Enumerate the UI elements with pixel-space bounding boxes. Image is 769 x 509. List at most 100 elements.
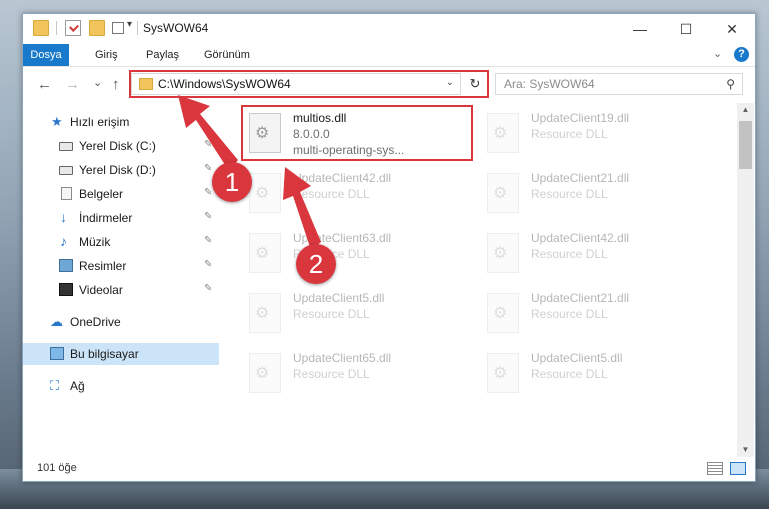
tab-gorunum[interactable]: Görünüm	[204, 44, 250, 66]
file-name: UpdateClient19.dll	[531, 111, 630, 125]
tab-dosya[interactable]: Dosya	[23, 44, 69, 66]
address-dropdown-icon[interactable]: ⌄	[446, 77, 454, 88]
status-bar: 101 öğe	[23, 457, 755, 481]
sidebar-item-documents[interactable]: Belgeler ✎	[23, 183, 219, 205]
details-view-icon[interactable]	[707, 462, 723, 475]
file-type: Resource DLL	[531, 307, 608, 321]
file-item[interactable]: UpdateClient42.dll Resource DLL	[481, 227, 711, 283]
sidebar-item-local-disk-c[interactable]: Yerel Disk (C:) ✎	[23, 135, 219, 157]
file-item[interactable]: UpdateClient5.dll Resource DLL	[243, 287, 473, 343]
dll-file-icon	[249, 173, 281, 213]
forward-button[interactable]: →	[65, 76, 80, 93]
file-item[interactable]: UpdateClient21.dll Resource DLL	[481, 167, 711, 223]
ribbon-tabs: Dosya Giriş Paylaş Görünüm ⌄ ?	[23, 44, 755, 67]
file-item-multios[interactable]: multios.dll 8.0.0.0 multi-operating-sys.…	[243, 107, 473, 163]
network-icon: ⛶	[50, 378, 60, 393]
navigation-bar: ← → ⌄ ↑ C:\Windows\SysWOW64 ⌄ ↻ Ara: Sys…	[23, 67, 755, 103]
minimize-button[interactable]: —	[617, 14, 663, 44]
pin-icon: ✎	[204, 163, 213, 174]
star-icon: ★	[51, 114, 63, 129]
music-icon: ♪	[60, 233, 67, 249]
drive-icon	[59, 142, 73, 151]
video-icon	[59, 283, 73, 296]
sidebar-item-local-disk-d[interactable]: Yerel Disk (D:) ✎	[23, 159, 219, 181]
sidebar-item-music[interactable]: ♪ Müzik ✎	[23, 231, 219, 253]
refresh-button[interactable]: ↻	[465, 73, 485, 95]
file-item[interactable]: UpdateClient42.dll Resource DLL	[243, 167, 473, 223]
sidebar-item-this-pc[interactable]: Bu bilgisayar	[23, 343, 219, 365]
help-icon[interactable]: ?	[734, 47, 749, 62]
back-button[interactable]: ←	[37, 76, 52, 93]
sidebar-item-label: Ağ	[70, 379, 85, 393]
file-type: Resource DLL	[531, 187, 608, 201]
sidebar-item-label: Hızlı erişim	[70, 115, 130, 129]
dll-file-icon	[249, 233, 281, 273]
tab-paylas[interactable]: Paylaş	[146, 44, 179, 66]
sidebar-item-quick-access[interactable]: ★ Hızlı erişim	[23, 111, 219, 133]
scroll-up-icon[interactable]: ▲	[737, 103, 754, 117]
up-button[interactable]: ↑	[112, 76, 120, 93]
dll-file-icon	[487, 353, 519, 393]
file-name: UpdateClient42.dll	[531, 231, 630, 245]
properties-icon[interactable]	[65, 20, 81, 36]
search-icon[interactable]: ⚲	[726, 77, 735, 91]
pin-icon: ✎	[204, 259, 213, 270]
sidebar-item-label: İndirmeler	[79, 211, 133, 225]
pin-icon: ✎	[204, 187, 213, 198]
customize-toolbar-icon[interactable]	[112, 22, 124, 34]
quick-access-dropdown-icon[interactable]: ▾	[127, 19, 132, 30]
divider	[137, 21, 138, 35]
callout-badge-1: 1	[212, 162, 252, 202]
address-path[interactable]: C:\Windows\SysWOW64	[158, 77, 291, 91]
file-item[interactable]: UpdateClient65.dll Resource DLL	[243, 347, 473, 403]
file-explorer-window: ▾ SysWOW64 — ☐ ✕ Dosya Giriş Paylaş Görü…	[22, 13, 756, 482]
file-version: 8.0.0.0	[293, 127, 330, 141]
dll-file-icon	[487, 233, 519, 273]
folder-icon	[33, 20, 49, 36]
search-placeholder: Ara: SysWOW64	[504, 77, 595, 91]
window-title: SysWOW64	[143, 21, 209, 35]
maximize-button[interactable]: ☐	[663, 14, 709, 44]
sidebar-item-label: Videolar	[79, 283, 123, 297]
file-type: Resource DLL	[531, 367, 608, 381]
file-name: UpdateClient21.dll	[531, 171, 630, 185]
sidebar-item-label: Bu bilgisayar	[70, 347, 139, 361]
new-folder-icon[interactable]	[89, 20, 105, 36]
sidebar-item-onedrive[interactable]: ☁ OneDrive	[23, 311, 219, 333]
file-name: UpdateClient5.dll	[293, 291, 385, 305]
address-bar[interactable]: C:\Windows\SysWOW64 ⌄	[131, 73, 461, 95]
file-item[interactable]: UpdateClient21.dll Resource DLL	[481, 287, 711, 343]
vertical-scrollbar[interactable]: ▲ ▼	[737, 103, 754, 457]
sidebar-item-label: Resimler	[79, 259, 127, 273]
file-list: multios.dll 8.0.0.0 multi-operating-sys.…	[221, 103, 737, 457]
file-item[interactable]: UpdateClient19.dll Resource DLL	[481, 107, 711, 163]
file-item[interactable]: UpdateClient63.dll Resource DLL	[243, 227, 473, 283]
cloud-icon: ☁	[50, 314, 63, 329]
divider	[56, 21, 57, 35]
dll-file-icon	[487, 173, 519, 213]
scrollbar-thumb[interactable]	[739, 121, 752, 169]
file-name: UpdateClient5.dll	[531, 351, 623, 365]
pictures-icon	[59, 259, 73, 272]
dll-file-icon	[487, 113, 519, 153]
sidebar-item-network[interactable]: ⛶ Ağ	[23, 375, 219, 397]
file-name: UpdateClient42.dll	[293, 171, 392, 185]
sidebar-item-downloads[interactable]: ↓ İndirmeler ✎	[23, 207, 219, 229]
file-item[interactable]: UpdateClient5.dll Resource DLL	[481, 347, 711, 403]
sidebar-item-pictures[interactable]: Resimler ✎	[23, 255, 219, 277]
search-input[interactable]: Ara: SysWOW64 ⚲	[495, 73, 743, 95]
sidebar-item-label: Yerel Disk (D:)	[79, 163, 156, 177]
large-icons-view-icon[interactable]	[730, 462, 746, 475]
tab-giris[interactable]: Giriş	[95, 44, 118, 66]
drive-icon	[59, 166, 73, 175]
expand-ribbon-icon[interactable]: ⌄	[713, 47, 722, 60]
sidebar-item-videos[interactable]: Videolar ✎	[23, 279, 219, 301]
item-count: 101 öğe	[37, 462, 77, 474]
download-icon: ↓	[60, 209, 67, 225]
close-button[interactable]: ✕	[709, 14, 755, 44]
recent-locations-button[interactable]: ⌄	[93, 76, 102, 89]
file-type: Resource DLL	[293, 187, 370, 201]
scroll-down-icon[interactable]: ▼	[737, 443, 754, 457]
file-type: Resource DLL	[293, 367, 370, 381]
file-type: Resource DLL	[531, 127, 608, 141]
